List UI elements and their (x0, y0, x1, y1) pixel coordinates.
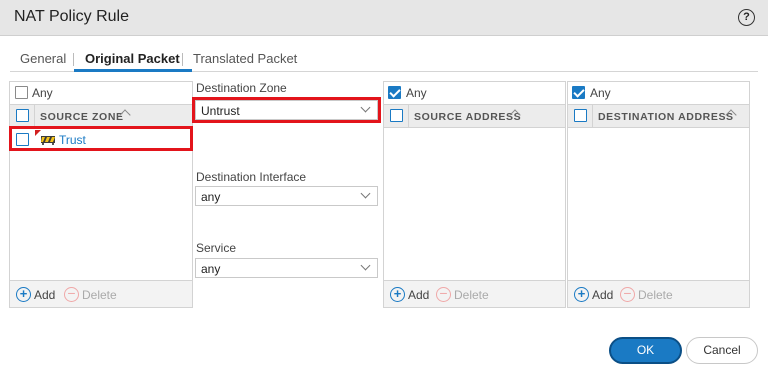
add-label: Add (592, 288, 614, 302)
tab-original-packet[interactable]: Original Packet (85, 51, 180, 66)
service-label: Service (196, 241, 237, 255)
source-address-any-label: Any (406, 86, 427, 100)
destination-address-panel: Any DESTINATION ADDRESS + Add − Delete (567, 81, 750, 308)
source-address-any-row: Any (384, 82, 565, 103)
tab-general[interactable]: General (20, 51, 66, 66)
highlight-box-destination-zone (192, 97, 381, 123)
header-separator (408, 105, 409, 127)
source-address-any-checkbox[interactable] (388, 86, 401, 99)
dialog-titlebar: NAT Policy Rule ? (0, 0, 768, 36)
cancel-button[interactable]: Cancel (686, 337, 758, 364)
delete-label: Delete (454, 288, 489, 302)
tab-separator (73, 53, 74, 66)
source-address-panel: Any SOURCE ADDRESS + Add − Delete (383, 81, 566, 308)
help-icon[interactable]: ? (738, 9, 755, 26)
ok-button[interactable]: OK (609, 337, 682, 364)
plus-icon: + (16, 287, 31, 302)
minus-icon: − (64, 286, 79, 302)
add-label: Add (408, 288, 430, 302)
source-zone-any-row: Any (10, 82, 192, 103)
chevron-down-icon (360, 260, 371, 271)
tab-translated-packet[interactable]: Translated Packet (193, 51, 297, 66)
destination-address-header-title: DESTINATION ADDRESS (598, 111, 734, 123)
plus-icon: + (574, 287, 589, 302)
delete-label: Delete (638, 288, 673, 302)
active-tab-indicator (74, 69, 192, 72)
minus-icon: − (436, 286, 451, 302)
destination-interface-label: Destination Interface (196, 170, 307, 184)
source-zone-any-checkbox[interactable] (15, 86, 28, 99)
source-zone-header-title: SOURCE ZONE (40, 111, 124, 123)
source-address-column-header[interactable]: SOURCE ADDRESS (384, 104, 565, 128)
service-select[interactable]: any (195, 258, 378, 278)
source-zone-any-label: Any (32, 86, 53, 100)
destination-address-select-all-checkbox[interactable] (574, 109, 587, 122)
minus-icon: − (620, 286, 635, 302)
destination-address-column-header[interactable]: DESTINATION ADDRESS (568, 104, 749, 128)
source-address-header-title: SOURCE ADDRESS (414, 111, 522, 123)
dialog-title: NAT Policy Rule (14, 8, 129, 25)
source-zone-column-header[interactable]: SOURCE ZONE (10, 104, 192, 128)
source-zone-panel: Any SOURCE ZONE Trust + Add − Delete (9, 81, 193, 308)
header-separator (592, 105, 593, 127)
destination-address-any-row: Any (568, 82, 749, 103)
destination-address-any-checkbox[interactable] (572, 86, 585, 99)
destination-address-footer: + Add − Delete (568, 280, 749, 307)
delete-label: Delete (82, 288, 117, 302)
destination-interface-value: any (201, 190, 221, 204)
plus-icon: + (390, 287, 405, 302)
highlight-box-source-zone (9, 126, 193, 151)
source-zone-footer: + Add − Delete (10, 280, 192, 307)
chevron-down-icon (360, 188, 371, 199)
destination-zone-label: Destination Zone (196, 81, 287, 95)
header-separator (34, 105, 35, 127)
destination-interface-select[interactable]: any (195, 186, 378, 206)
source-zone-select-all-checkbox[interactable] (16, 109, 29, 122)
source-address-footer: + Add − Delete (384, 280, 565, 307)
add-label: Add (34, 288, 56, 302)
tab-bar: General Original Packet Translated Packe… (10, 46, 758, 72)
tab-separator (182, 53, 183, 66)
source-address-select-all-checkbox[interactable] (390, 109, 403, 122)
service-value: any (201, 262, 221, 276)
destination-address-any-label: Any (590, 86, 611, 100)
